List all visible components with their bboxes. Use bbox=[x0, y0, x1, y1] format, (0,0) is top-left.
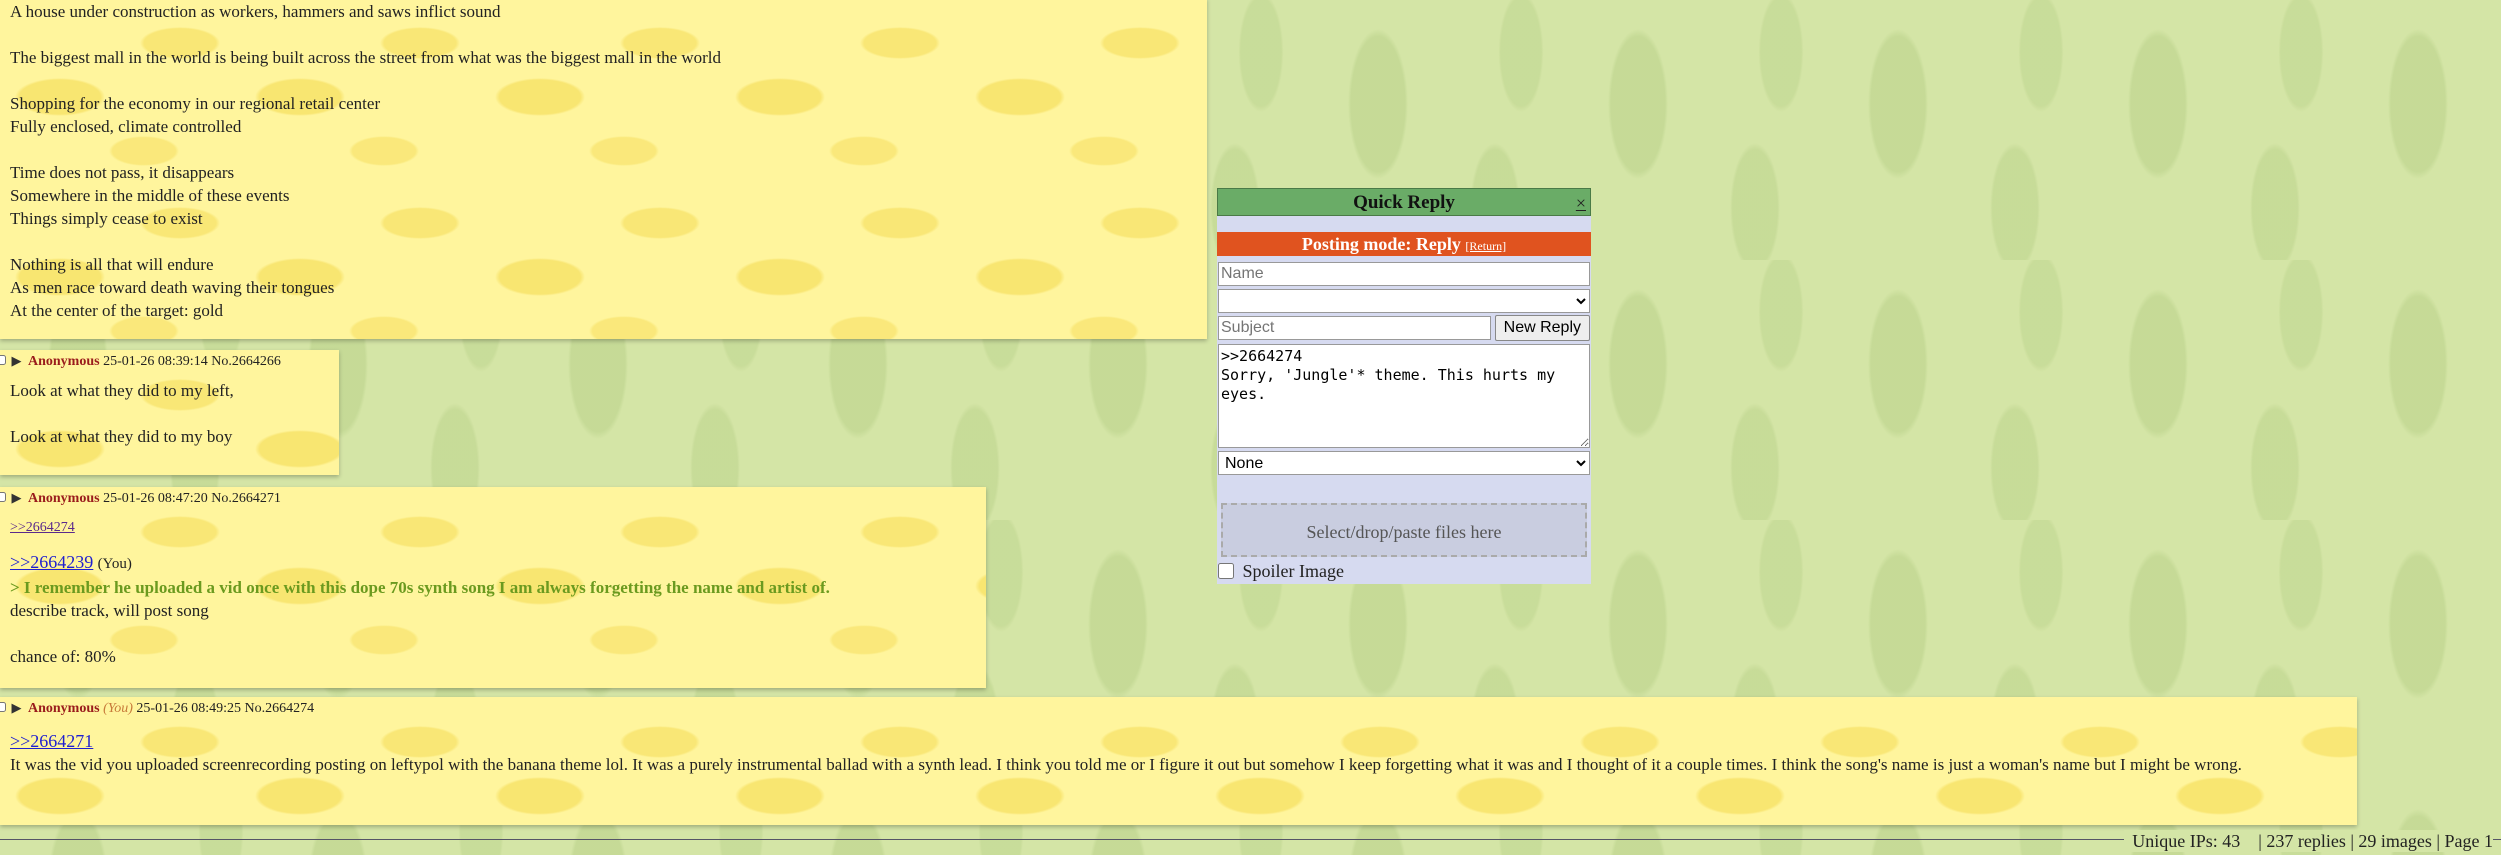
post-header: ▶ Anonymous 25-01-26 08:39:14 No.2664266 bbox=[0, 352, 339, 371]
file-drop-zone[interactable]: Select/drop/paste files here bbox=[1221, 503, 1587, 557]
post-select-checkbox[interactable] bbox=[0, 701, 6, 713]
post-line: Look at what they did to my boy bbox=[10, 427, 233, 446]
post-header: ▶ Anonymous (You) 25-01-26 08:49:25 No.2… bbox=[0, 699, 2357, 718]
poem-line: Things simply cease to exist bbox=[10, 209, 203, 228]
quick-reply-title: Quick Reply bbox=[1353, 192, 1455, 213]
new-reply-button[interactable]: New Reply bbox=[1494, 315, 1590, 341]
post-line: chance of: 80% bbox=[10, 647, 116, 666]
poem-line: As men race toward death waving their to… bbox=[10, 278, 335, 297]
spoiler-label: Spoiler Image bbox=[1242, 561, 1344, 581]
spoiler-checkbox[interactable] bbox=[1218, 563, 1234, 579]
post-line: describe track, will post song bbox=[10, 601, 209, 620]
post-select-checkbox[interactable] bbox=[0, 491, 6, 503]
poster-name: Anonymous bbox=[28, 354, 100, 369]
poem-line: Somewhere in the middle of these events bbox=[10, 186, 290, 205]
poem-line: Nothing is all that will endure bbox=[10, 255, 214, 274]
poem-line: Time does not pass, it disappears bbox=[10, 163, 235, 182]
greentext-quote: > I remember he uploaded a vid once with… bbox=[10, 578, 830, 597]
poem-line: At the center of the target: gold bbox=[10, 301, 224, 320]
thread-footer: Unique IPs: 43 | 237 replies | 29 images… bbox=[0, 830, 2501, 855]
flag-select[interactable]: None bbox=[1218, 451, 1590, 475]
quote-link[interactable]: >>2664271 bbox=[10, 731, 93, 751]
subject-input[interactable] bbox=[1218, 316, 1491, 340]
post-datetime: 25-01-26 08:49:25 bbox=[136, 701, 242, 716]
post-2664271: ▶ Anonymous 25-01-26 08:47:20 No.2664271… bbox=[0, 487, 986, 688]
post-number[interactable]: No.2664274 bbox=[245, 701, 315, 716]
posting-mode-bar: Posting mode: Reply [Return] bbox=[1217, 232, 1591, 256]
backlink[interactable]: >>2664274 bbox=[10, 516, 976, 539]
expand-triangle-icon[interactable]: ▶ bbox=[12, 490, 22, 505]
post-number[interactable]: No.2664271 bbox=[211, 491, 281, 506]
you-label: (You) bbox=[97, 556, 132, 572]
poster-name: Anonymous bbox=[28, 701, 100, 716]
close-icon[interactable]: × bbox=[1576, 189, 1586, 217]
thread-stats: Unique IPs: 43 | 237 replies | 29 images… bbox=[2124, 830, 2493, 852]
post-header: ▶ Anonymous 25-01-26 08:47:20 No.2664271 bbox=[0, 489, 986, 508]
post-op-text: A house under construction as workers, h… bbox=[0, 0, 1207, 322]
quick-reply-panel: Quick Reply × Posting mode: Reply [Retur… bbox=[1217, 188, 1591, 584]
name-input[interactable] bbox=[1218, 262, 1590, 286]
poem-line: The biggest mall in the world is being b… bbox=[10, 48, 722, 67]
post-2664266: ▶ Anonymous 25-01-26 08:39:14 No.2664266… bbox=[0, 350, 339, 475]
posting-mode-label: Posting mode: Reply bbox=[1301, 234, 1461, 254]
post-number[interactable]: No.2664266 bbox=[211, 354, 281, 369]
post-op-body: A house under construction as workers, h… bbox=[0, 0, 1207, 339]
you-tag: (You) bbox=[103, 701, 133, 716]
expand-triangle-icon[interactable]: ▶ bbox=[12, 700, 22, 715]
return-link[interactable]: [Return] bbox=[1465, 239, 1506, 253]
post-line: Look at what they did to my left, bbox=[10, 381, 234, 400]
post-text: It was the vid you uploaded screenrecord… bbox=[10, 755, 2242, 774]
poem-line: A house under construction as workers, h… bbox=[10, 2, 501, 21]
spoiler-row: Spoiler Image bbox=[1217, 557, 1591, 584]
post-select-checkbox[interactable] bbox=[0, 354, 6, 366]
poem-line: Shopping for the economy in our regional… bbox=[10, 94, 381, 113]
message-textarea[interactable]: >>2664274 Sorry, 'Jungle'* theme. This h… bbox=[1218, 344, 1590, 448]
expand-triangle-icon[interactable]: ▶ bbox=[12, 353, 22, 368]
post-datetime: 25-01-26 08:39:14 bbox=[103, 354, 208, 369]
poster-name: Anonymous bbox=[28, 491, 100, 506]
quick-reply-titlebar[interactable]: Quick Reply × bbox=[1217, 188, 1591, 216]
post-datetime: 25-01-26 08:47:20 bbox=[103, 491, 208, 506]
quote-link[interactable]: >>2664239 bbox=[10, 552, 93, 572]
email-options-select[interactable] bbox=[1218, 289, 1590, 313]
post-2664274: ▶ Anonymous (You) 25-01-26 08:49:25 No.2… bbox=[0, 697, 2357, 825]
poem-line: Fully enclosed, climate controlled bbox=[10, 117, 242, 136]
